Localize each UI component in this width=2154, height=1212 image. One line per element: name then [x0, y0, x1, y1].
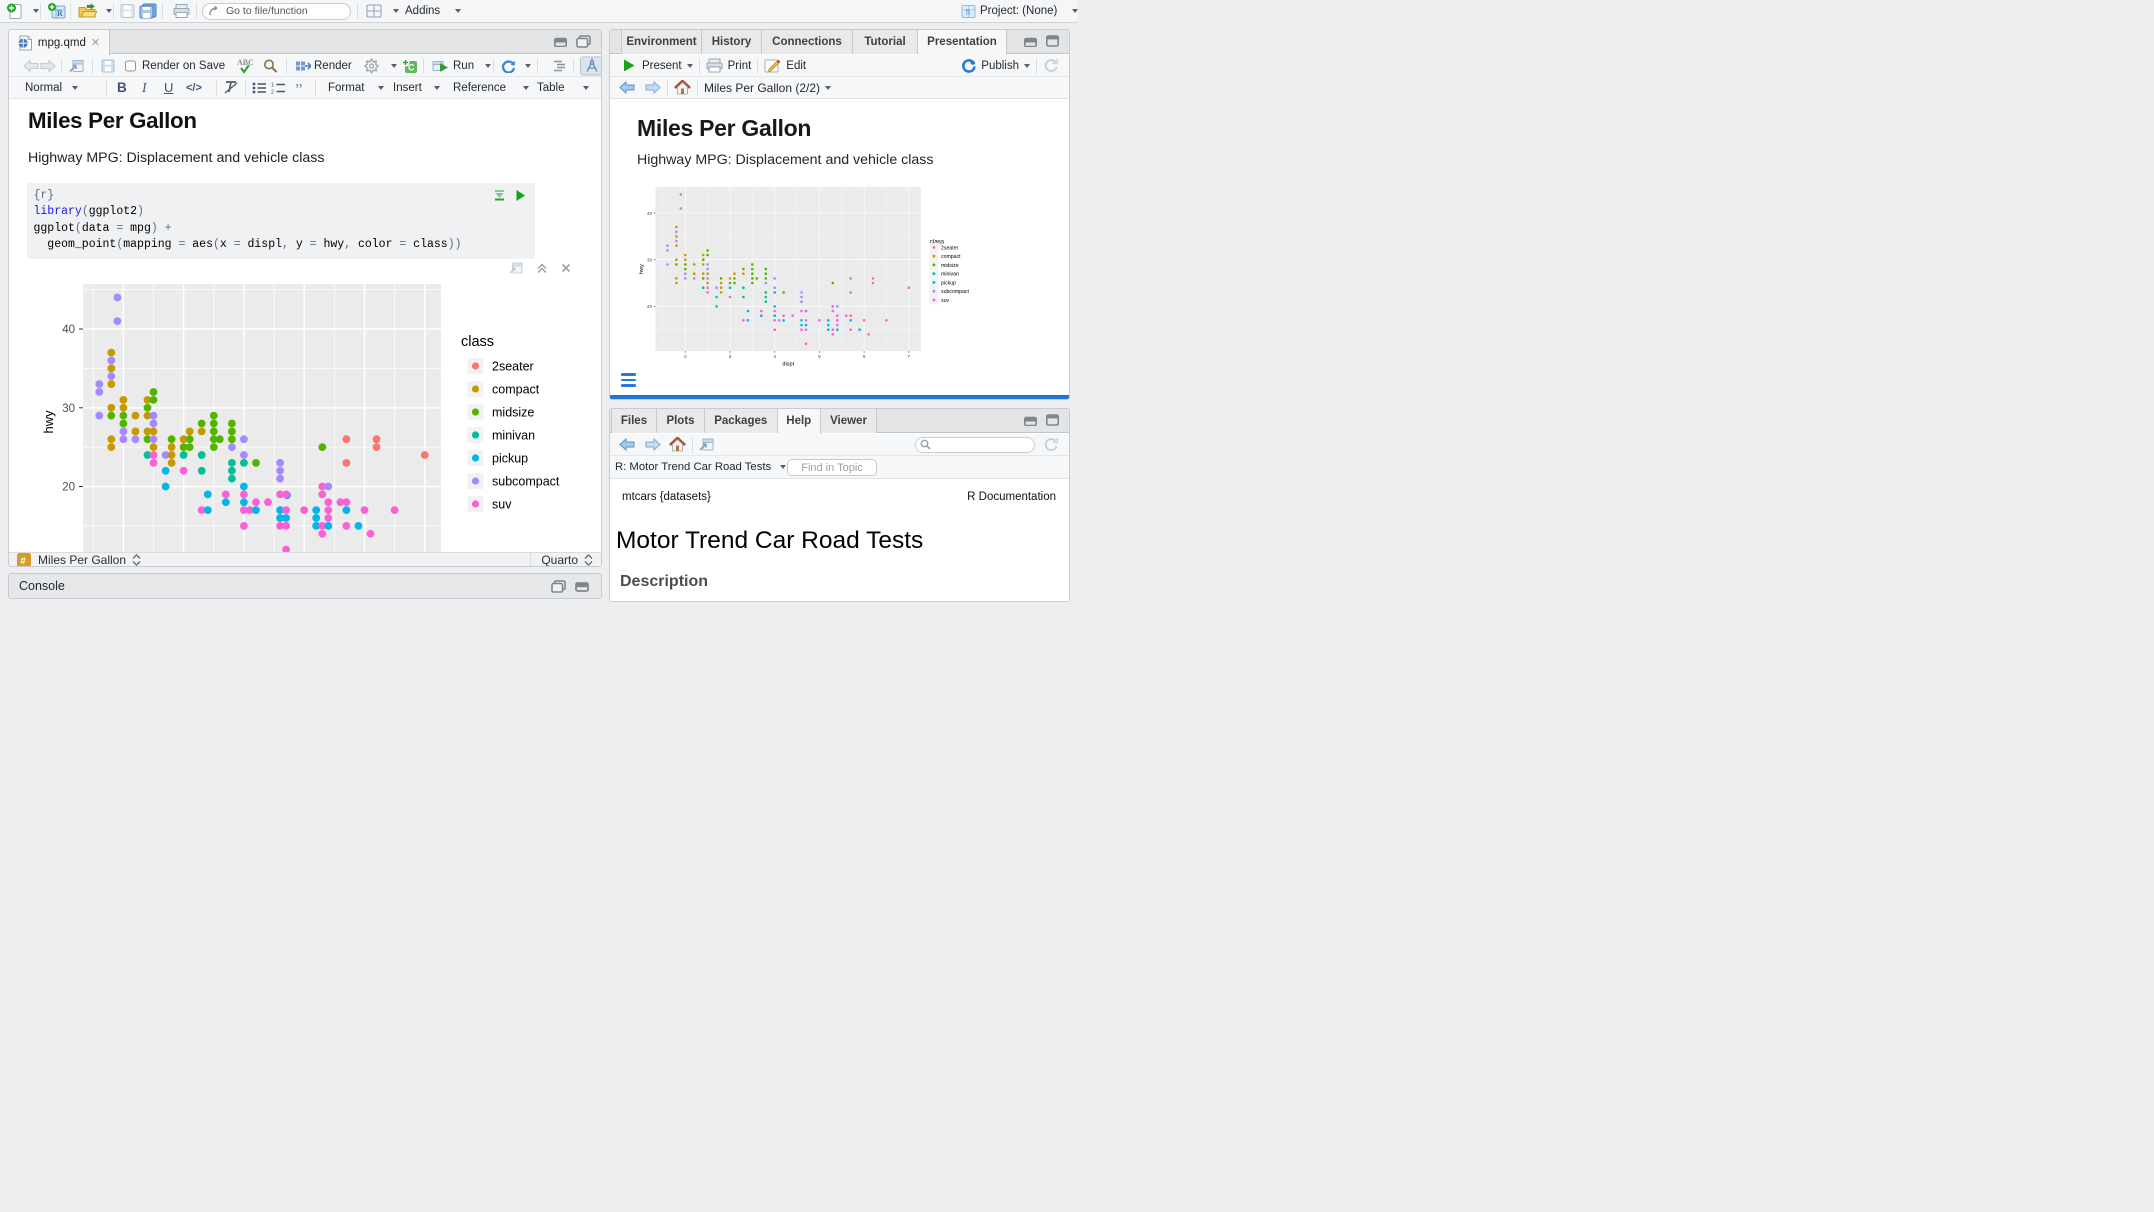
- svg-text:3: 3: [729, 354, 732, 360]
- svg-text:suv: suv: [492, 497, 512, 511]
- svg-text:compact: compact: [941, 254, 961, 260]
- svg-text:minivan: minivan: [492, 428, 535, 442]
- svg-text:5: 5: [818, 354, 821, 360]
- svg-text:20: 20: [62, 481, 75, 493]
- svg-text:30: 30: [62, 402, 75, 414]
- svg-text:2seater: 2seater: [941, 245, 959, 251]
- svg-text:class: class: [461, 334, 494, 350]
- svg-text:compact: compact: [492, 382, 540, 396]
- svg-text:R: R: [966, 8, 972, 17]
- svg-text:midsize: midsize: [941, 263, 959, 269]
- svg-text:40: 40: [62, 324, 75, 336]
- svg-text:40: 40: [647, 211, 653, 217]
- svg-text:2seater: 2seater: [492, 359, 534, 373]
- svg-text:hwy: hwy: [639, 264, 645, 274]
- svg-text:6: 6: [863, 354, 866, 360]
- svg-text:suv: suv: [941, 298, 949, 304]
- svg-text:R: R: [57, 9, 63, 18]
- svg-text:20: 20: [647, 304, 653, 310]
- svg-text:7: 7: [907, 354, 910, 360]
- svg-text:displ: displ: [782, 362, 794, 368]
- svg-text:hwy: hwy: [41, 409, 56, 433]
- svg-text:4: 4: [773, 354, 776, 360]
- svg-text:2: 2: [684, 354, 687, 360]
- svg-text:pickup: pickup: [492, 451, 528, 465]
- svg-text:1: 1: [271, 82, 274, 88]
- svg-text:#: #: [20, 556, 26, 567]
- svg-text:subcompact: subcompact: [941, 289, 970, 295]
- svg-text:2: 2: [271, 89, 274, 94]
- svg-text:minivan: minivan: [941, 272, 959, 278]
- svg-text:ABC: ABC: [237, 58, 254, 67]
- svg-text:pickup: pickup: [941, 280, 956, 286]
- svg-text:midsize: midsize: [492, 405, 534, 419]
- svg-text:30: 30: [647, 258, 653, 264]
- svg-text:subcompact: subcompact: [492, 474, 560, 488]
